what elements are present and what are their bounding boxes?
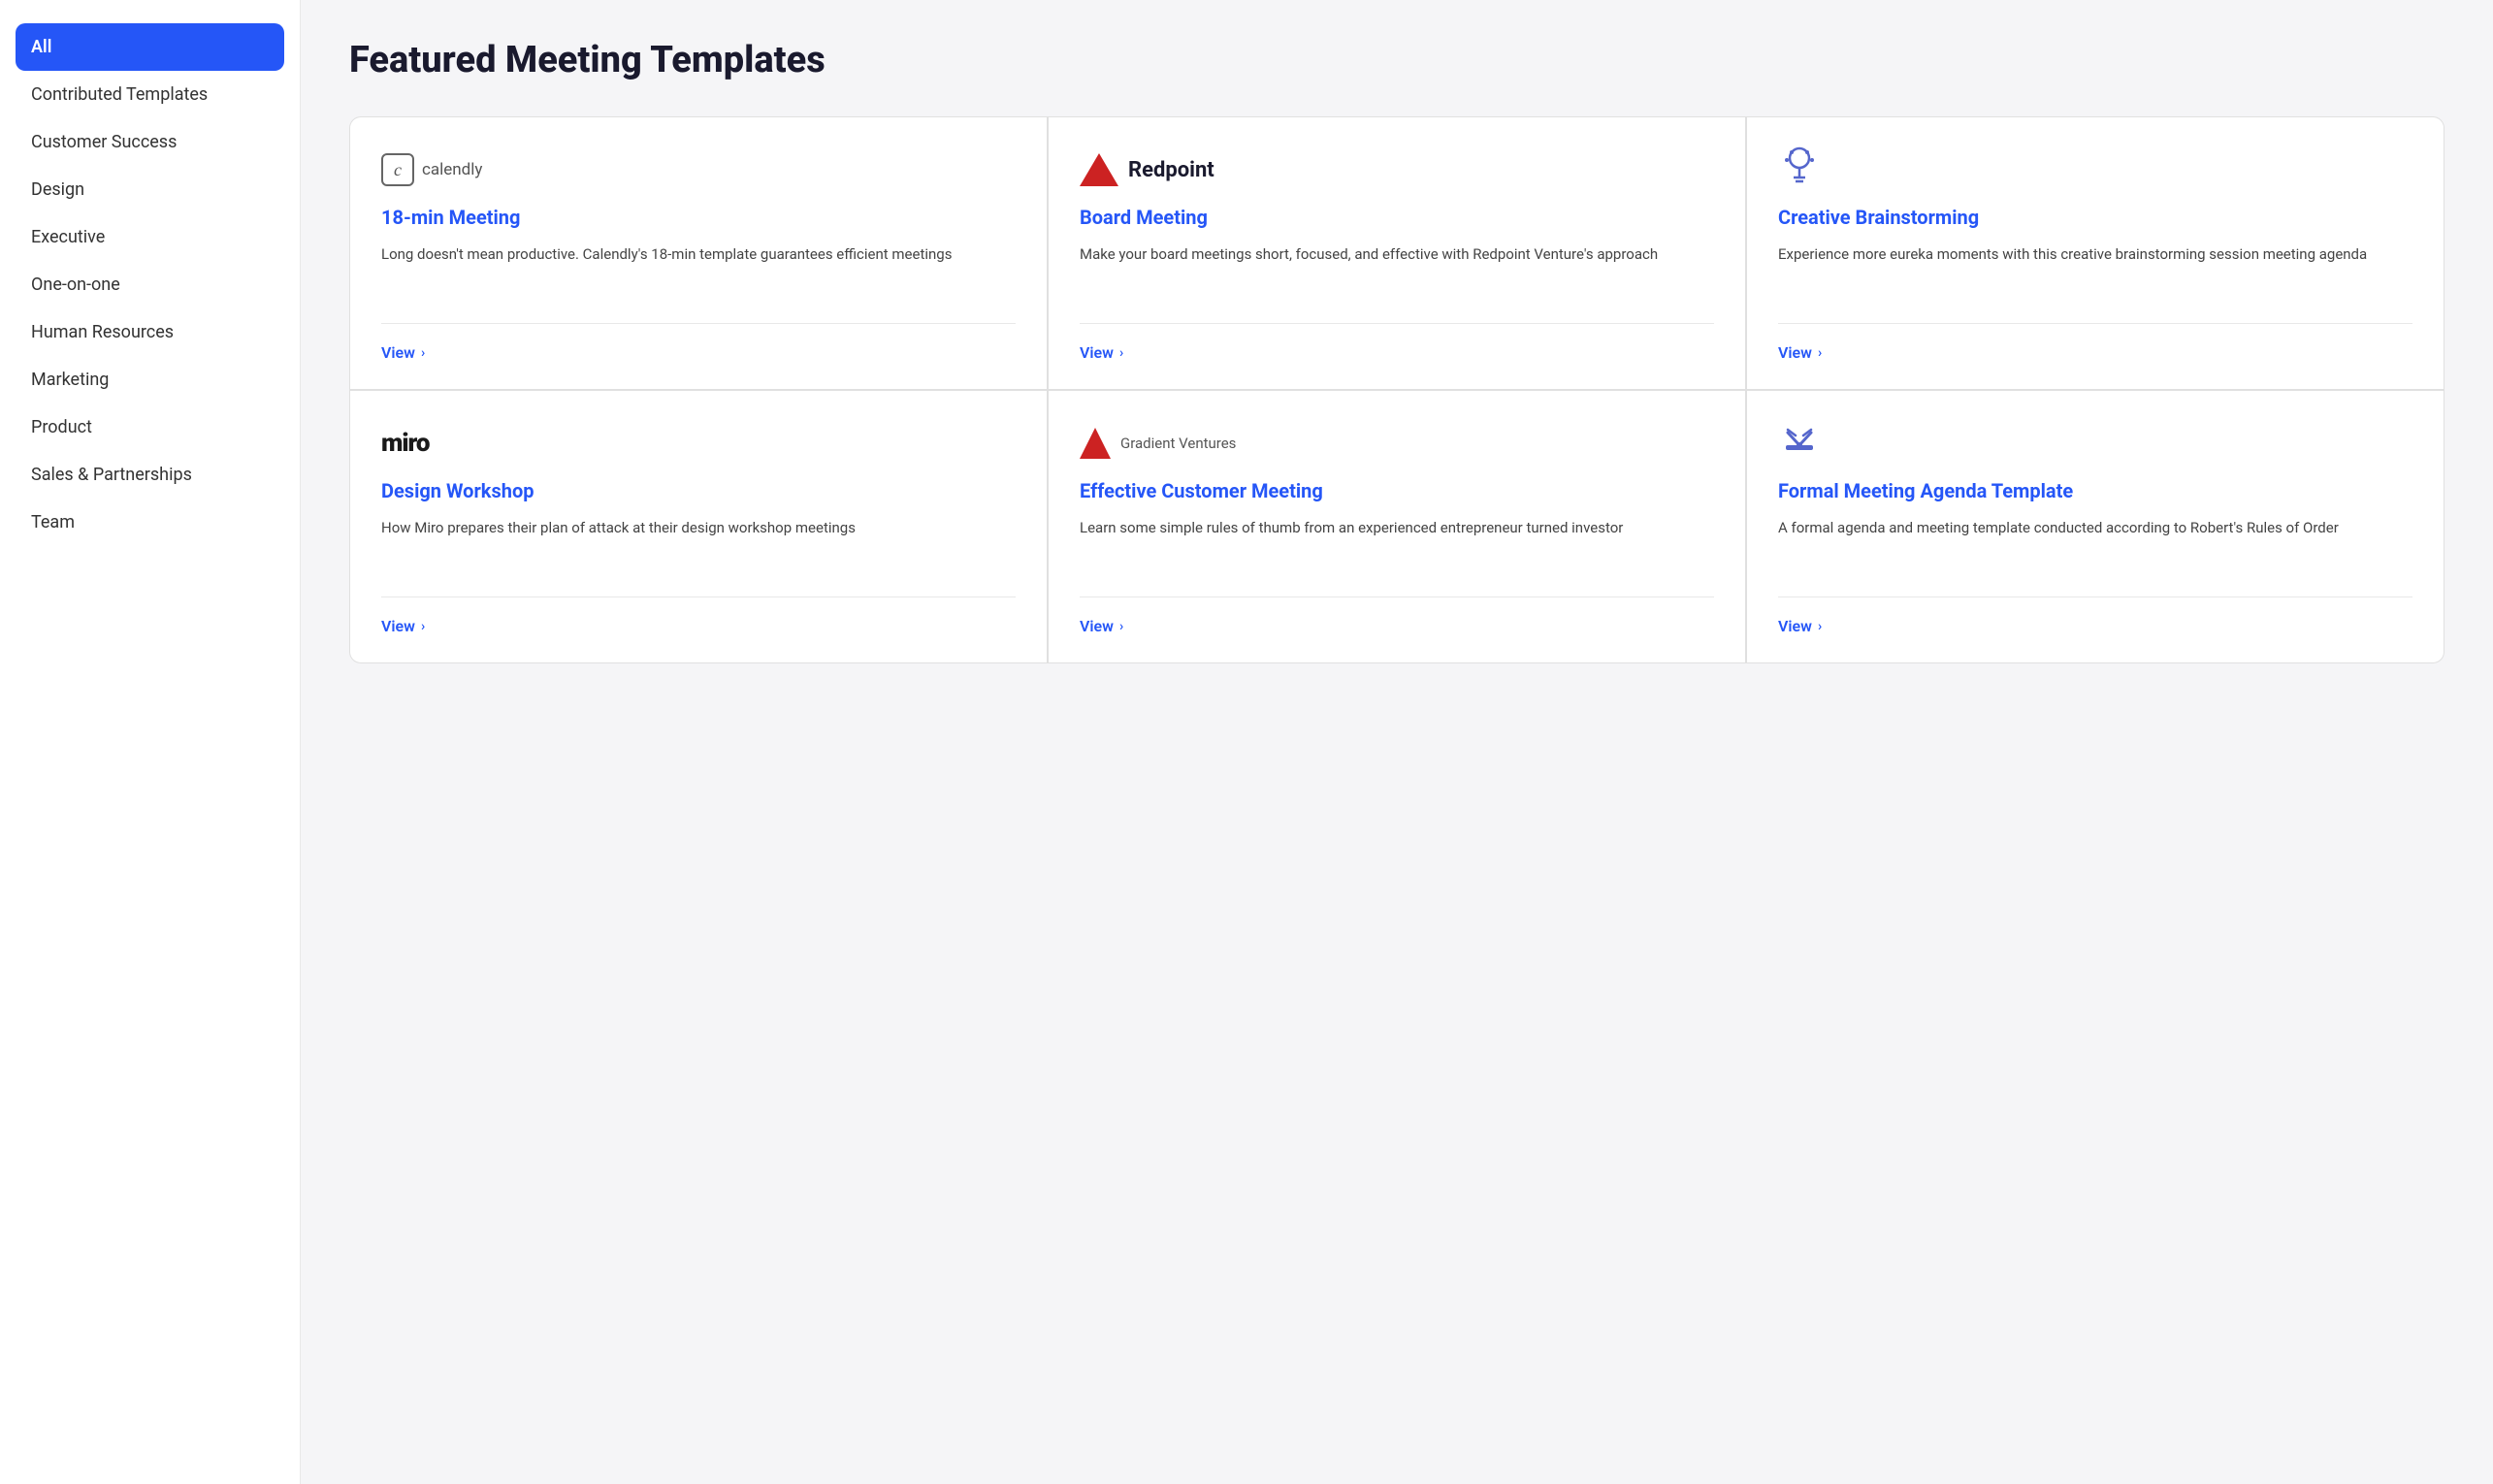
card-logo-board: Redpoint <box>1080 148 1714 191</box>
view-label-workshop: View <box>381 617 415 635</box>
card-logo-workshop: miro <box>381 422 1016 465</box>
card-logo-formal <box>1778 422 2412 465</box>
view-label-formal: View <box>1778 617 1812 635</box>
sidebar-item-one-on-one[interactable]: One-on-one <box>0 261 300 308</box>
card-footer-brainstorm: View › <box>1778 323 2412 362</box>
card-title-brainstorm: Creative Brainstorming <box>1778 205 2412 230</box>
view-link-brainstorm[interactable]: View › <box>1778 343 1822 362</box>
card-title-customer-meeting: Effective Customer Meeting <box>1080 478 1714 503</box>
main-content: Featured Meeting Templates c calendly 18… <box>301 0 2493 1484</box>
sidebar-item-all[interactable]: All <box>16 23 284 71</box>
view-label-customer-meeting: View <box>1080 617 1114 635</box>
redpoint-text: Redpoint <box>1128 158 1214 182</box>
calendly-logo: c calendly <box>381 153 482 186</box>
card-logo-brainstorm <box>1778 148 2412 191</box>
chevron-right-icon: › <box>1818 619 1822 634</box>
gradient-logo: Gradient Ventures <box>1080 428 1236 459</box>
redpoint-logo: Redpoint <box>1080 153 1214 186</box>
gradient-text: Gradient Ventures <box>1120 435 1236 452</box>
card-description-brainstorm: Experience more eureka moments with this… <box>1778 243 2412 296</box>
sidebar: AllContributed TemplatesCustomer Success… <box>0 0 301 1484</box>
chevron-right-icon: › <box>421 619 425 634</box>
sidebar-item-sales[interactable]: Sales & Partnerships <box>0 451 300 499</box>
chevron-right-icon: › <box>1818 345 1822 361</box>
formal-icon <box>1778 418 1821 468</box>
view-link-formal[interactable]: View › <box>1778 617 1822 635</box>
chevron-right-icon: › <box>421 345 425 361</box>
redpoint-triangle-icon <box>1080 153 1118 186</box>
template-card-formal: Formal Meeting Agenda Template A formal … <box>1747 391 2444 662</box>
sidebar-item-executive[interactable]: Executive <box>0 213 300 261</box>
sidebar-item-marketing[interactable]: Marketing <box>0 356 300 403</box>
chevron-right-icon: › <box>1119 619 1123 634</box>
template-card-workshop: miro Design Workshop How Miro prepares t… <box>350 391 1047 662</box>
view-label-board: View <box>1080 343 1114 362</box>
template-card-board: Redpoint Board Meeting Make your board m… <box>1049 117 1745 389</box>
card-description-board: Make your board meetings short, focused,… <box>1080 243 1714 296</box>
card-title-18min: 18-min Meeting <box>381 205 1016 230</box>
card-description-18min: Long doesn't mean productive. Calendly's… <box>381 243 1016 296</box>
sidebar-item-product[interactable]: Product <box>0 403 300 451</box>
view-label-brainstorm: View <box>1778 343 1812 362</box>
card-description-formal: A formal agenda and meeting template con… <box>1778 517 2412 569</box>
card-footer-workshop: View › <box>381 597 1016 635</box>
miro-logo: miro <box>381 429 430 458</box>
calendly-icon: c <box>381 153 414 186</box>
app-layout: AllContributed TemplatesCustomer Success… <box>0 0 2493 1484</box>
card-footer-formal: View › <box>1778 597 2412 635</box>
view-label-18min: View <box>381 343 415 362</box>
page-title: Featured Meeting Templates <box>349 39 2444 81</box>
templates-grid: c calendly 18-min Meeting Long doesn't m… <box>349 116 2444 663</box>
card-footer-board: View › <box>1080 323 1714 362</box>
template-card-brainstorm: Creative Brainstorming Experience more e… <box>1747 117 2444 389</box>
sidebar-item-design[interactable]: Design <box>0 166 300 213</box>
card-footer-18min: View › <box>381 323 1016 362</box>
brainstorm-icon <box>1778 145 1821 195</box>
card-logo-18min: c calendly <box>381 148 1016 191</box>
card-title-board: Board Meeting <box>1080 205 1714 230</box>
card-title-formal: Formal Meeting Agenda Template <box>1778 478 2412 503</box>
chevron-right-icon: › <box>1119 345 1123 361</box>
sidebar-item-team[interactable]: Team <box>0 499 300 546</box>
template-card-customer-meeting: Gradient Ventures Effective Customer Mee… <box>1049 391 1745 662</box>
card-description-customer-meeting: Learn some simple rules of thumb from an… <box>1080 517 1714 569</box>
view-link-workshop[interactable]: View › <box>381 617 425 635</box>
card-logo-customer-meeting: Gradient Ventures <box>1080 422 1714 465</box>
gradient-v-icon <box>1080 428 1111 459</box>
card-description-workshop: How Miro prepares their plan of attack a… <box>381 517 1016 569</box>
sidebar-item-human-resources[interactable]: Human Resources <box>0 308 300 356</box>
template-card-18min: c calendly 18-min Meeting Long doesn't m… <box>350 117 1047 389</box>
card-title-workshop: Design Workshop <box>381 478 1016 503</box>
view-link-board[interactable]: View › <box>1080 343 1123 362</box>
view-link-customer-meeting[interactable]: View › <box>1080 617 1123 635</box>
calendly-text: calendly <box>422 160 482 179</box>
card-footer-customer-meeting: View › <box>1080 597 1714 635</box>
sidebar-item-contributed[interactable]: Contributed Templates <box>0 71 300 118</box>
sidebar-item-customer-success[interactable]: Customer Success <box>0 118 300 166</box>
view-link-18min[interactable]: View › <box>381 343 425 362</box>
